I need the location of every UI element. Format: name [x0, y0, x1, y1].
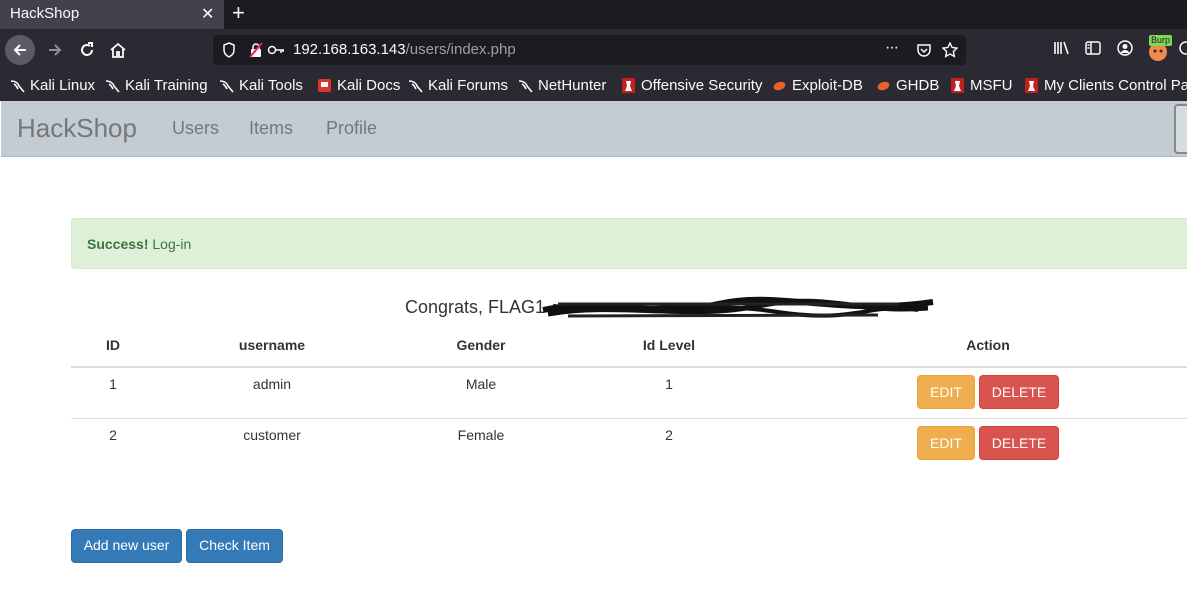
table-row-divider — [71, 418, 1187, 419]
bookmark-label: Exploit-DB — [792, 77, 863, 94]
nav-link-profile[interactable]: Profile — [326, 118, 377, 139]
congrats-text: Congrats, FLAG1 — [405, 297, 546, 317]
column-header-action: Action — [966, 337, 1010, 353]
reload-icon — [81, 42, 93, 56]
forward-button[interactable] — [40, 35, 70, 65]
library-icon[interactable] — [1053, 40, 1071, 56]
bookmark-label: My Clients Control Pa — [1044, 77, 1187, 94]
pocket-icon[interactable] — [916, 42, 932, 58]
edit-button[interactable]: EDIT — [917, 375, 975, 409]
reload-button[interactable] — [72, 35, 102, 65]
bookmark-msfu[interactable]: MSFU — [950, 77, 1013, 94]
alert-strong: Success! — [87, 236, 149, 252]
bookmark-kali-forums[interactable]: Kali Forums — [408, 77, 508, 94]
alert-text: Log-in — [148, 236, 192, 252]
check-item-button[interactable]: Check Item — [186, 529, 283, 563]
cell-level: 2 — [665, 427, 673, 443]
ghdb-icon — [877, 81, 890, 91]
success-alert: Success! Log-in — [71, 218, 1187, 269]
cell-id: 1 — [109, 376, 117, 392]
bookmarks-toolbar: Kali Linux Kali Training Kali Tools Kali… — [0, 71, 1187, 101]
kali-dragon-icon — [518, 80, 533, 93]
back-button[interactable] — [5, 35, 35, 65]
docs-icon — [318, 79, 331, 92]
browser-tab[interactable]: HackShop ✕ — [0, 0, 224, 29]
bookmark-label: Kali Forums — [428, 77, 509, 94]
cell-username: admin — [252, 376, 292, 392]
add-new-user-button[interactable]: Add new user — [71, 529, 182, 563]
bookmark-label: Offensive Security — [641, 77, 763, 94]
url-path: /users/index.php — [405, 41, 516, 58]
bookmark-label: Kali Training — [125, 77, 208, 94]
star-icon[interactable] — [942, 42, 958, 58]
delete-button[interactable]: DELETE — [979, 426, 1059, 460]
offsec-icon — [951, 78, 964, 93]
shield-icon[interactable] — [222, 42, 236, 58]
offsec-icon — [622, 78, 635, 93]
cell-id: 2 — [109, 427, 117, 443]
cell-level: 1 — [665, 376, 673, 392]
key-icon[interactable] — [267, 42, 285, 58]
bookmark-label: GHDB — [896, 77, 940, 94]
column-header-gender: Gender — [456, 337, 506, 353]
more-actions-icon[interactable]: ··· — [885, 39, 899, 57]
bookmark-kali-linux[interactable]: Kali Linux — [10, 77, 95, 94]
bookmark-kali-tools[interactable]: Kali Tools — [219, 77, 303, 94]
bookmark-label: NetHunter — [538, 77, 607, 94]
kali-dragon-icon — [105, 80, 120, 93]
url-text[interactable]: 192.168.163.143/users/index.php — [293, 41, 516, 58]
bookmark-ghdb[interactable]: GHDB — [876, 77, 939, 94]
tab-close-icon[interactable]: ✕ — [201, 4, 214, 24]
home-icon — [110, 42, 126, 58]
edit-button[interactable]: EDIT — [917, 426, 975, 460]
nav-link-users[interactable]: Users — [172, 118, 219, 139]
extension-icon[interactable] — [1178, 40, 1187, 56]
url-host: 192.168.163.143 — [293, 41, 406, 58]
new-tab-icon[interactable]: + — [232, 1, 245, 25]
delete-button[interactable]: DELETE — [979, 375, 1059, 409]
redaction-scribble — [542, 296, 934, 318]
kali-dragon-icon — [408, 80, 423, 93]
account-icon[interactable] — [1117, 40, 1133, 56]
column-header-id: ID — [106, 337, 120, 353]
kali-dragon-icon — [10, 80, 25, 93]
bookmark-label: Kali Linux — [30, 77, 96, 94]
exploit-db-icon — [773, 81, 786, 91]
tab-title: HackShop — [10, 5, 80, 22]
kali-dragon-icon — [219, 80, 234, 93]
insecure-lock-icon[interactable] — [249, 42, 263, 58]
arrow-right-icon — [49, 44, 62, 56]
browser-nav-bar: 192.168.163.143/users/index.php ··· Burp — [0, 29, 1187, 71]
bookmark-label: Kali Docs — [337, 77, 401, 94]
table-header-divider — [71, 366, 1187, 368]
bookmark-label: MSFU — [970, 77, 1013, 94]
cell-gender: Female — [457, 427, 505, 443]
navbar-toggle-button[interactable] — [1174, 104, 1187, 154]
sidebar-icon[interactable] — [1085, 40, 1101, 56]
home-button[interactable] — [103, 35, 133, 65]
url-bar[interactable]: 192.168.163.143/users/index.php ··· — [213, 35, 966, 65]
cell-gender: Male — [465, 376, 497, 392]
bookmark-kali-training[interactable]: Kali Training — [105, 77, 208, 94]
site-brand[interactable]: HackShop — [17, 113, 137, 144]
bookmark-my-clients[interactable]: My Clients Control Pa — [1024, 77, 1187, 94]
bookmark-offensive-security[interactable]: Offensive Security — [621, 77, 762, 94]
nav-link-items[interactable]: Items — [249, 118, 293, 139]
burp-badge: Burp — [1149, 35, 1173, 46]
bookmark-nethunter[interactable]: NetHunter — [518, 77, 606, 94]
bookmark-kali-docs[interactable]: Kali Docs — [317, 77, 400, 94]
column-header-level: Id Level — [642, 337, 696, 353]
offsec-icon — [1025, 78, 1038, 93]
site-navbar: HackShop Users Items Profile — [1, 101, 1187, 157]
foxyproxy-extension-button[interactable]: Burp — [1147, 35, 1173, 63]
column-header-username: username — [238, 337, 306, 353]
bookmark-label: Kali Tools — [239, 77, 303, 94]
bookmark-exploit-db[interactable]: Exploit-DB — [772, 77, 863, 94]
browser-tab-bar: HackShop ✕ + — [0, 0, 1187, 29]
arrow-left-icon — [13, 44, 26, 56]
cell-username: customer — [243, 427, 301, 443]
